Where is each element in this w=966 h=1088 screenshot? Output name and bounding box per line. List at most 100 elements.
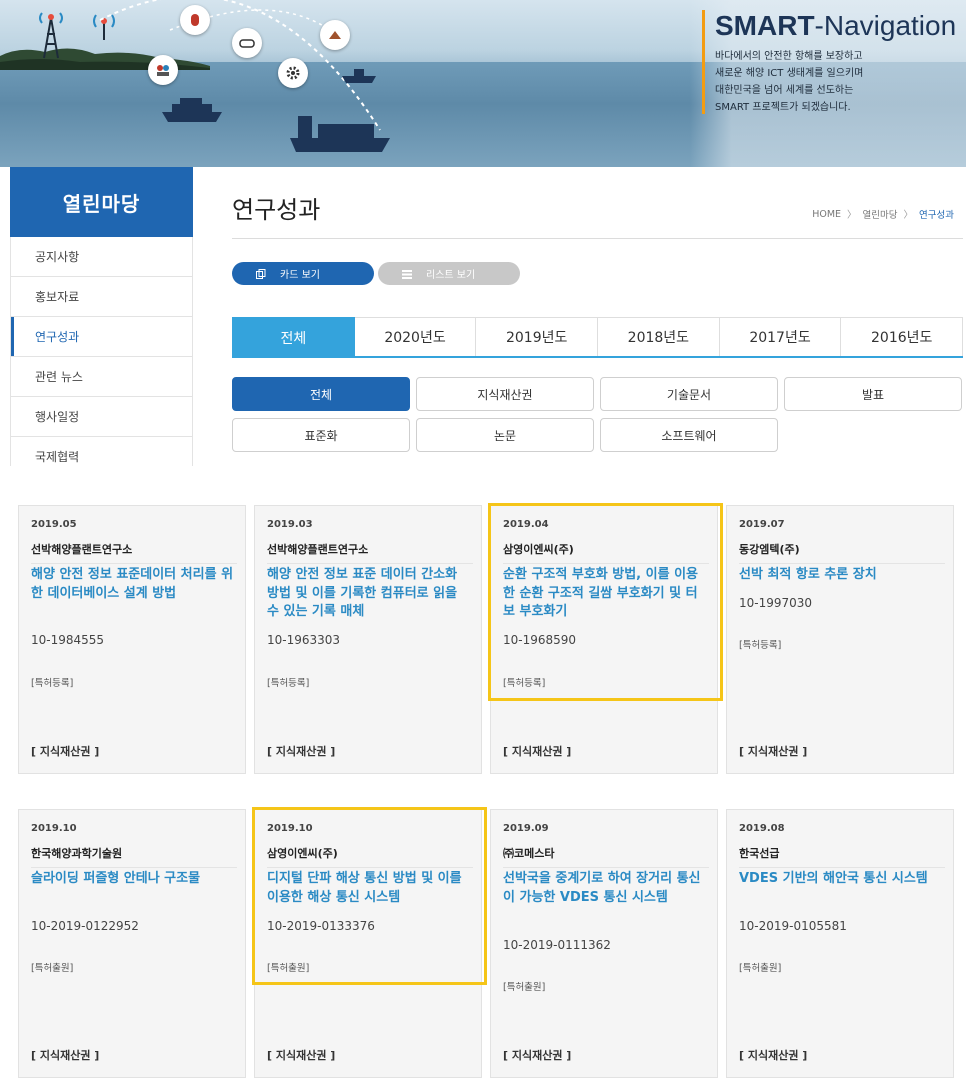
- sidebar-item-research[interactable]: 연구성과: [11, 317, 192, 357]
- card-status-tag: [특허등록]: [503, 678, 546, 689]
- card-status-tag: [특허등록]: [31, 678, 74, 689]
- card-number: 10-1963303: [267, 633, 341, 647]
- category-presentation-button[interactable]: 발표: [784, 377, 962, 411]
- breadcrumb-section[interactable]: 열린마당: [863, 207, 898, 221]
- result-card[interactable]: 2019.09 ㈜코메스타 선박국을 중계기로 하여 장거리 통신이 가능한 V…: [490, 809, 718, 1078]
- result-card[interactable]: 2019.07 동강엠텍(주) 선박 최적 항로 추론 장치 10-199703…: [726, 505, 954, 774]
- card-view-label: 카드 보기: [280, 270, 320, 281]
- category-all-button[interactable]: 전체: [232, 377, 410, 411]
- card-view-icon: [256, 268, 266, 279]
- result-card[interactable]: 2019.10 한국해양과학기술원 슬라이딩 퍼즐형 안테나 구조물 10-20…: [18, 809, 246, 1078]
- sidebar-item-events[interactable]: 행사일정: [11, 397, 192, 437]
- card-organization: 삼영이엔씨(주): [267, 845, 473, 868]
- card-number: 10-1968590: [503, 633, 577, 647]
- result-card-highlighted[interactable]: 2019.04 삼영이엔씨(주) 순환 구조적 부호화 방법, 이를 이용한 순…: [488, 503, 723, 774]
- card-title[interactable]: 선박 최적 항로 추론 장치: [739, 566, 945, 585]
- category-standard-button[interactable]: 표준화: [232, 418, 410, 452]
- card-category: [ 지식재산권 ]: [739, 745, 808, 758]
- sidebar: 열린마당 공지사항 홍보자료 연구성과 관련 뉴스 행사일정 국제협력: [10, 167, 193, 466]
- tab-2020[interactable]: 2020년도: [354, 317, 477, 356]
- result-cards-row: 2019.10 한국해양과학기술원 슬라이딩 퍼즐형 안테나 구조물 10-20…: [18, 807, 956, 1078]
- cargo-ship-icon: [290, 116, 390, 152]
- tab-2017[interactable]: 2017년도: [719, 317, 842, 356]
- tab-2019[interactable]: 2019년도: [476, 317, 599, 356]
- category-techdoc-button[interactable]: 기술문서: [600, 377, 778, 411]
- brand-block: SMART-Navigation 바다에서의 안전한 항해를 보장하고 새로운 …: [702, 10, 956, 114]
- sidebar-item-promo[interactable]: 홍보자료: [11, 277, 192, 317]
- card-view-button[interactable]: 카드 보기: [232, 262, 374, 285]
- result-card[interactable]: 2019.08 한국선급 VDES 기반의 해안국 통신 시스템 10-2019…: [726, 809, 954, 1078]
- network-arc: [99, 0, 381, 131]
- card-date: 2019.08: [739, 823, 785, 834]
- brand-title: SMART-Navigation: [715, 10, 957, 41]
- card-number: 10-1997030: [739, 596, 813, 610]
- brand-description: 바다에서의 안전한 항해를 보장하고 새로운 해양 ICT 생태계를 일으키며 …: [715, 48, 956, 116]
- result-card[interactable]: 2019.03 선박해양플랜트연구소 해양 안전 정보 표준 데이터 간소화 방…: [254, 505, 482, 774]
- card-number: 10-2019-0105581: [739, 919, 847, 933]
- tab-all-years[interactable]: 전체: [232, 317, 355, 358]
- card-title[interactable]: 순환 구조적 부호화 방법, 이를 이용한 순환 구조적 길쌈 부호화기 및 터…: [503, 566, 709, 622]
- card-status-tag: [특허등록]: [739, 640, 782, 651]
- card-category: [ 지식재산권 ]: [503, 745, 572, 758]
- card-category: [ 지식재산권 ]: [267, 1049, 336, 1062]
- list-view-label: 리스트 보기: [426, 270, 476, 281]
- title-divider: [232, 238, 963, 239]
- card-organization: ㈜코메스타: [503, 845, 709, 868]
- card-title[interactable]: 해양 안전 정보 표준데이터 처리를 위한 데이터베이스 설계 방법: [31, 566, 237, 603]
- card-organization: 한국해양과학기술원: [31, 845, 237, 868]
- card-organization: 선박해양플랜트연구소: [31, 541, 237, 564]
- card-date: 2019.09: [503, 823, 549, 834]
- sensor-node-icon: [180, 5, 210, 35]
- result-cards-row: 2019.05 선박해양플랜트연구소 해양 안전 정보 표준데이터 처리를 위한…: [18, 503, 956, 774]
- card-date: 2019.10: [267, 823, 313, 834]
- category-paper-button[interactable]: 논문: [416, 418, 594, 452]
- radar-node-icon: [232, 28, 262, 58]
- card-organization: 동강엠텍(주): [739, 541, 945, 564]
- breadcrumb-current: 연구성과: [919, 210, 954, 221]
- card-number: 10-2019-0133376: [267, 919, 375, 933]
- direction-node-icon: [320, 20, 350, 50]
- brand-desc-line: 새로운 해양 ICT 생태계를 일으키며: [715, 68, 864, 79]
- card-title[interactable]: 선박국을 중계기로 하여 장거리 통신이 가능한 VDES 통신 시스템: [503, 870, 709, 907]
- card-title[interactable]: 해양 안전 정보 표준 데이터 간소화 방법 및 이를 기록한 컴퓨터로 읽을 …: [267, 566, 473, 622]
- card-category: [ 지식재산권 ]: [31, 1049, 100, 1062]
- card-organization: 한국선급: [739, 845, 945, 868]
- category-software-button[interactable]: 소프트웨어: [600, 418, 778, 452]
- brand-desc-line: SMART 프로젝트가 되겠습니다.: [715, 102, 851, 113]
- card-date: 2019.03: [267, 519, 313, 530]
- breadcrumb-home[interactable]: HOME: [812, 209, 841, 220]
- card-status-tag: [특허출원]: [31, 963, 74, 974]
- gear-icon: [278, 58, 308, 88]
- card-number: 10-1984555: [31, 633, 105, 647]
- card-number: 10-2019-0111362: [503, 938, 611, 952]
- card-title[interactable]: 슬라이딩 퍼즐형 안테나 구조물: [31, 870, 237, 889]
- card-title[interactable]: 디지털 단파 해상 통신 방법 및 이를 이용한 해상 통신 시스템: [267, 870, 473, 907]
- sidebar-item-notice[interactable]: 공지사항: [11, 237, 192, 277]
- sidebar-title: 열린마당: [10, 167, 193, 237]
- card-organization: 선박해양플랜트연구소: [267, 541, 473, 564]
- card-date: 2019.10: [31, 823, 77, 834]
- tab-2016[interactable]: 2016년도: [841, 317, 964, 356]
- card-category: [ 지식재산권 ]: [739, 1049, 808, 1062]
- sidebar-item-international[interactable]: 국제협력: [11, 437, 192, 466]
- chevron-right-icon: 〉: [847, 210, 857, 221]
- result-card-highlighted[interactable]: 2019.10 삼영이엔씨(주) 디지털 단파 해상 통신 방법 및 이를 이용…: [252, 807, 487, 1078]
- card-organization: 삼영이엔씨(주): [503, 541, 709, 564]
- category-ip-button[interactable]: 지식재산권: [416, 377, 594, 411]
- card-category: [ 지식재산권 ]: [503, 1049, 572, 1062]
- tab-2018[interactable]: 2018년도: [598, 317, 720, 356]
- year-tabs: 전체 2020년도 2019년도 2018년도 2017년도 2016년도: [232, 317, 964, 358]
- category-filters: 전체 지식재산권 기술문서 발표 표준화 논문 소프트웨어: [232, 377, 963, 452]
- sidebar-item-news[interactable]: 관련 뉴스: [11, 357, 192, 397]
- result-card[interactable]: 2019.05 선박해양플랜트연구소 해양 안전 정보 표준데이터 처리를 위한…: [18, 505, 246, 774]
- card-number: 10-2019-0122952: [31, 919, 139, 933]
- people-node-icon: [148, 55, 178, 85]
- card-title[interactable]: VDES 기반의 해안국 통신 시스템: [739, 870, 945, 889]
- card-status-tag: [특허출원]: [267, 963, 310, 974]
- card-status-tag: [특허출원]: [739, 963, 782, 974]
- card-date: 2019.07: [739, 519, 785, 530]
- chevron-right-icon: 〉: [903, 210, 914, 221]
- view-toggle: 카드 보기 리스트 보기: [232, 262, 520, 285]
- list-view-button[interactable]: 리스트 보기: [378, 262, 520, 285]
- brand-desc-line: 바다에서의 안전한 항해를 보장하고: [715, 51, 863, 62]
